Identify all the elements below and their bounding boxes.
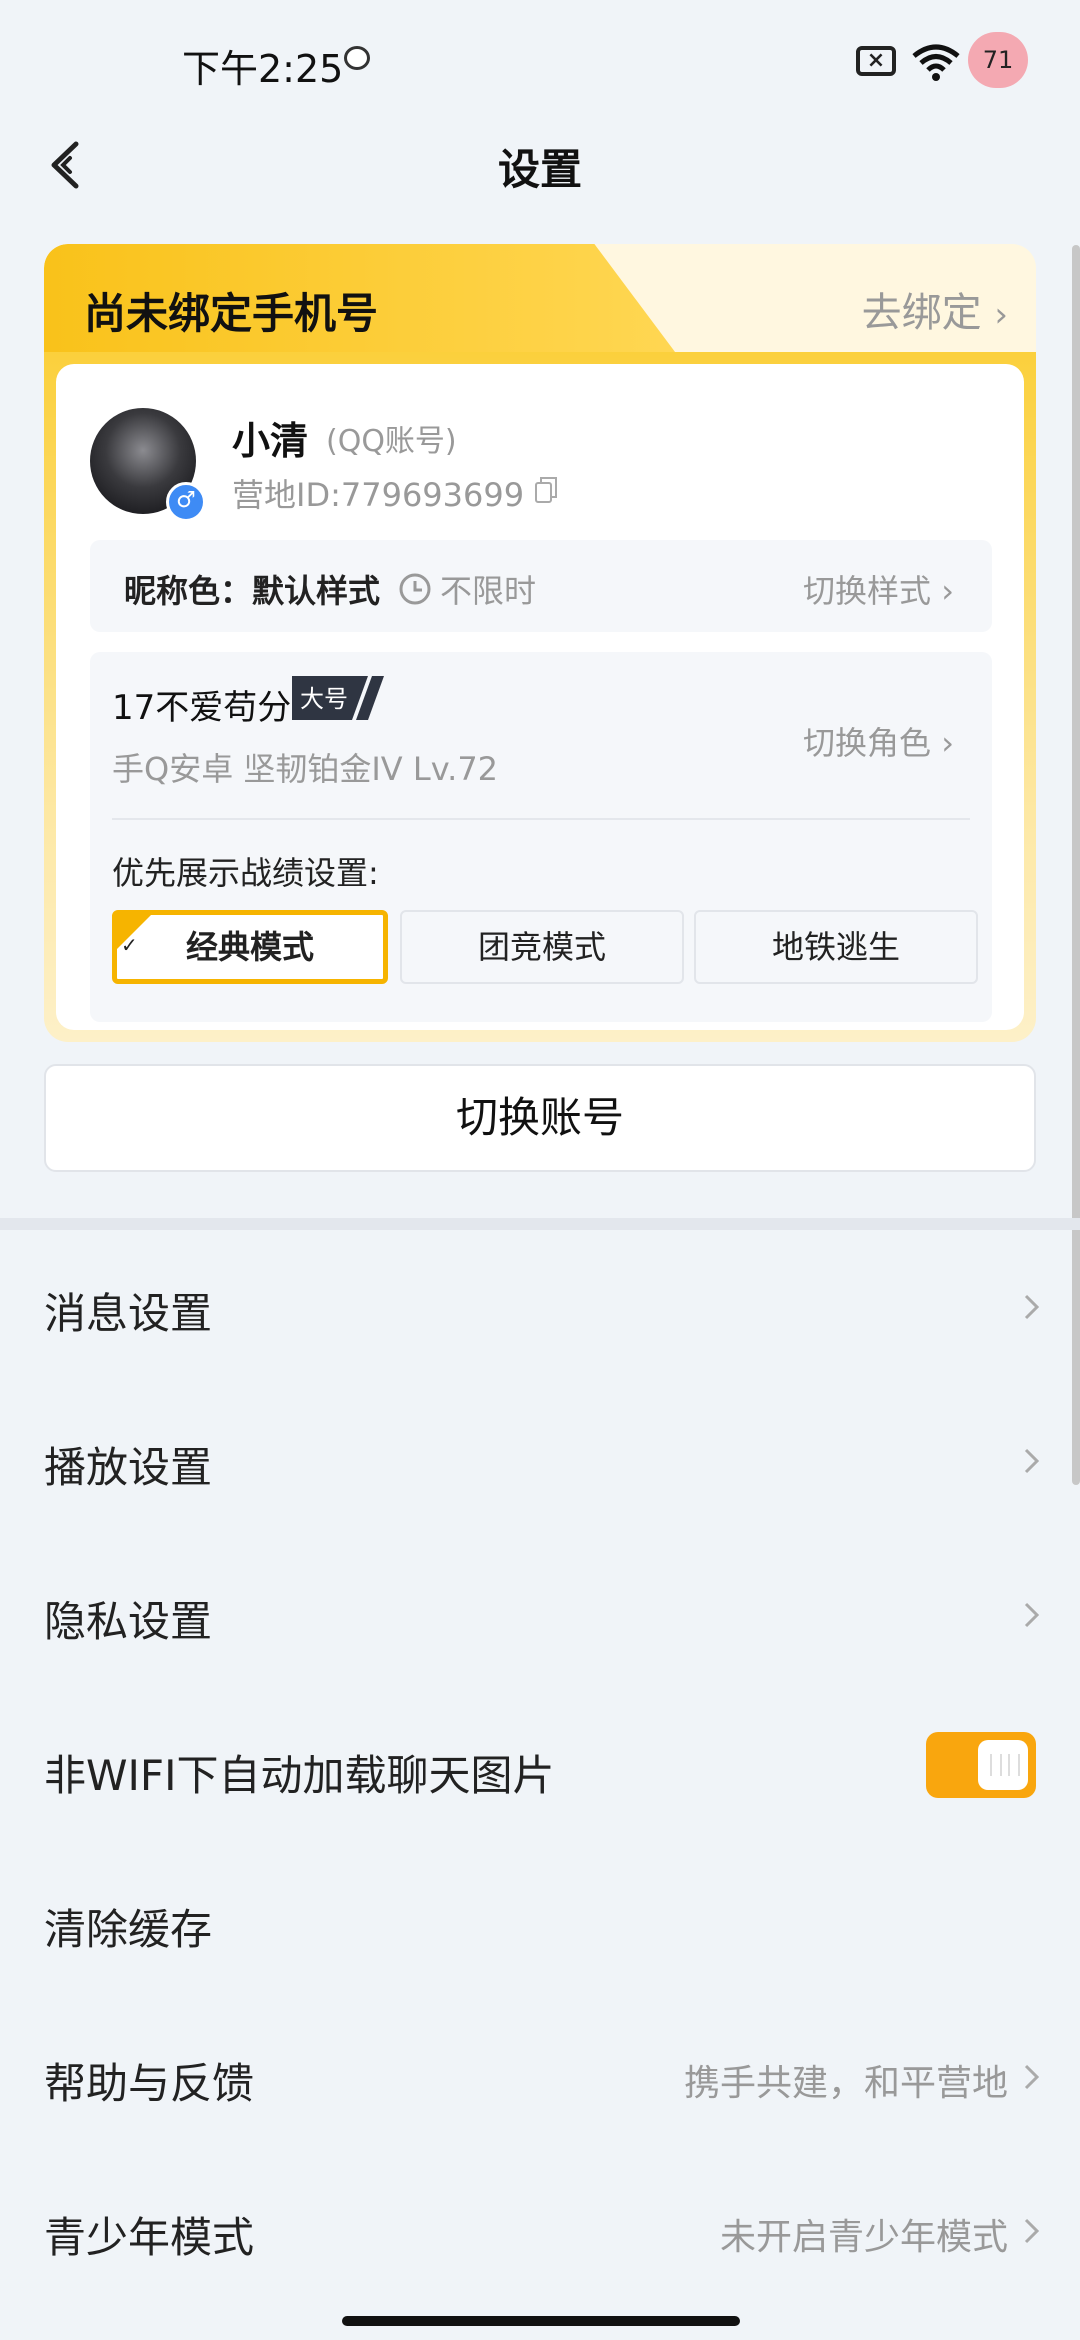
mode-label: 团竞模式 (477, 928, 606, 966)
switch-style-link[interactable]: 切换样式 › (803, 566, 954, 612)
chevron-right-icon: › (994, 295, 1008, 335)
chevron-right-icon: › (941, 572, 954, 610)
switch-style-label: 切换样式 (803, 572, 932, 610)
screen-mirror-icon: × (856, 46, 896, 76)
card-inner: ♂ 小清 (QQ账号) 营地ID:779693699 昵称色：默认样式 不限时 … (56, 364, 1024, 1030)
menu-label: 帮助与反馈 (44, 2059, 255, 2108)
menu-label: 清除缓存 (44, 1905, 213, 1954)
checkmark-icon: ✓ (121, 933, 138, 957)
preferred-record-label: 优先展示战绩设置: (112, 854, 379, 892)
bind-phone-link[interactable]: 去绑定 › (862, 280, 1008, 338)
section-divider (0, 1218, 1080, 1230)
menu-label: 非WIFI下自动加载聊天图片 (44, 1751, 555, 1800)
status-time: 下午2:25 (182, 47, 344, 91)
clock-icon (399, 573, 431, 605)
wifi-icon (912, 44, 960, 81)
status-bar: 下午2:25 × 71 (0, 0, 1080, 120)
menu-subtext: 未开启青少年模式 (719, 2217, 1008, 2258)
chevron-right-icon (1024, 2064, 1040, 2090)
switch-account-button[interactable]: 切换账号 (44, 1064, 1036, 1172)
menu-label: 播放设置 (44, 1443, 213, 1492)
user-name: 小清 (232, 419, 309, 463)
menu-subtext: 携手共建，和平营地 (683, 2063, 1008, 2104)
role-name: 17不爱苟分 (112, 688, 292, 728)
male-icon: ♂ (166, 482, 206, 522)
copy-icon[interactable] (534, 476, 558, 504)
menu-item-privacy-settings[interactable]: 隐私设置 (0, 1538, 1080, 1692)
auto-load-images-toggle[interactable] (926, 1732, 1036, 1798)
nickname-color-label: 昵称色：默认样式 (124, 572, 381, 610)
camp-id: 营地ID:779693699 (232, 476, 525, 514)
home-indicator[interactable] (342, 2316, 740, 2326)
page-title: 设置 (497, 145, 582, 194)
menu-label: 消息设置 (44, 1289, 213, 1338)
chevron-right-icon (1024, 2218, 1040, 2244)
switch-role-label: 切换角色 (803, 724, 932, 762)
divider (112, 818, 970, 820)
menu-item-teen-mode[interactable]: 青少年模式 未开启青少年模式 (0, 2154, 1080, 2308)
chevron-right-icon (1024, 1448, 1040, 1474)
menu-item-playback-settings[interactable]: 播放设置 (0, 1384, 1080, 1538)
account-card: 尚未绑定手机号 去绑定 › ♂ 小清 (QQ账号) 营地ID:779693699… (44, 244, 1036, 1042)
menu-label: 青少年模式 (44, 2213, 255, 2262)
chevron-right-icon (1024, 1602, 1040, 1628)
mode-label: 经典模式 (185, 928, 314, 966)
mode-classic-button[interactable]: ✓ 经典模式 (112, 910, 388, 984)
bind-phone-label: 去绑定 (861, 290, 982, 336)
toggle-grip-icon (990, 1754, 1020, 1776)
nickname-color-row[interactable]: 昵称色：默认样式 不限时 切换样式 › (90, 540, 992, 632)
menu-item-help-feedback[interactable]: 帮助与反馈 携手共建，和平营地 (0, 2000, 1080, 2154)
chevron-right-icon: › (941, 724, 954, 762)
role-info: 手Q安卓 坚韧铂金IV Lv.72 (112, 750, 499, 788)
switch-role-link[interactable]: 切换角色 › (803, 718, 954, 764)
banner-title: 尚未绑定手机号 (84, 289, 379, 338)
notification-icon (344, 46, 370, 70)
menu-label: 隐私设置 (44, 1597, 213, 1646)
menu-item-message-settings[interactable]: 消息设置 (0, 1230, 1080, 1384)
chevron-right-icon (1024, 1294, 1040, 1320)
card-frame: ♂ 小清 (QQ账号) 营地ID:779693699 昵称色：默认样式 不限时 … (44, 352, 1036, 1042)
mode-label: 地铁逃生 (771, 928, 900, 966)
menu-item-auto-load-images: 非WIFI下自动加载聊天图片 (0, 1692, 1080, 1846)
role-box: 17不爱苟分 大号 手Q安卓 坚韧铂金IV Lv.72 切换角色 › 优先展示战… (90, 652, 992, 1022)
bind-phone-banner[interactable]: 尚未绑定手机号 去绑定 › (44, 244, 1036, 364)
menu-item-clear-cache[interactable]: 清除缓存 (0, 1846, 1080, 2000)
nickname-time: 不限时 (440, 572, 537, 610)
toggle-knob (978, 1740, 1028, 1790)
account-type: (QQ账号) (326, 424, 457, 459)
main-account-tag: 大号 (292, 676, 384, 720)
mode-team-button[interactable]: 团竞模式 (400, 910, 684, 984)
battery-indicator: 71 (968, 32, 1028, 88)
mode-metro-button[interactable]: 地铁逃生 (694, 910, 978, 984)
main-account-tag-label: 大号 (300, 685, 348, 713)
